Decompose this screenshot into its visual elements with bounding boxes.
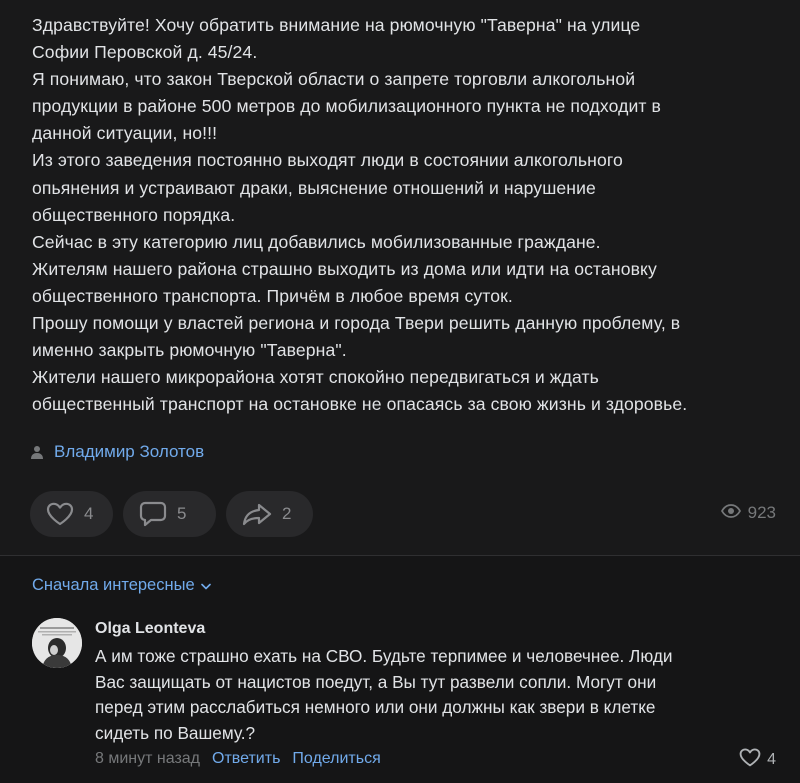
post-text-line: Жители нашего микрорайона хотят спокойно…: [32, 367, 599, 388]
like-button[interactable]: 4: [30, 491, 113, 537]
heart-icon: [739, 748, 761, 772]
share-button[interactable]: 2: [226, 491, 313, 537]
share-count: 2: [282, 504, 292, 523]
comment-count: 5: [177, 504, 187, 523]
eye-icon: [720, 503, 741, 523]
comment-text-line: Вас защищать от нацистов поедут, а Вы ту…: [95, 671, 657, 692]
post-text-line: опьянения и устраивают драки, выяснение …: [32, 177, 596, 198]
comment-text-line: А им тоже страшно ехать на СВО. Будьте т…: [95, 646, 673, 666]
comment-text-line: сидеть по Вашему.?: [95, 722, 256, 743]
comment-button[interactable]: 5: [123, 491, 216, 537]
avatar[interactable]: [32, 618, 82, 668]
post-author[interactable]: Владимир Золотов: [30, 440, 204, 464]
comment-body: Olga Leonteva А им тоже страшно ехать на…: [95, 618, 785, 746]
comments-sort-dropdown[interactable]: Сначала интересные: [32, 576, 211, 595]
views-counter: 923: [720, 503, 776, 523]
post-text-line: продукции в районе 500 метров до мобилиз…: [32, 96, 662, 117]
post-text-line: Жителям нашего района страшно выходить и…: [32, 258, 657, 279]
post-actions: 4 5 2: [30, 491, 313, 537]
post-text-line: Из этого заведения постоянно выходят люд…: [32, 150, 623, 171]
comment-author[interactable]: Olga Leonteva: [95, 618, 785, 640]
like-count: 4: [84, 504, 94, 523]
post-text: Здравствуйте! Хочу обратить внимание на …: [32, 12, 792, 418]
comment-text: А им тоже страшно ехать на СВО. Будьте т…: [95, 644, 785, 746]
post-text-line: общественный транспорт на остановке не о…: [32, 394, 688, 415]
comment-bubble-icon: [139, 501, 167, 527]
post-text-line: данной ситуации, но!!!: [32, 123, 218, 144]
post-text-line: Сейчас в эту категорию лиц добавились мо…: [32, 231, 601, 252]
comment-like-count: 4: [767, 751, 776, 768]
post-text-line: общественного порядка.: [32, 204, 236, 225]
comments-section: Сначала интересные Olga Leonteva А им то…: [0, 556, 800, 783]
reply-link[interactable]: Ответить: [212, 750, 280, 768]
share-arrow-icon: [242, 502, 272, 526]
views-count: 923: [747, 503, 776, 522]
share-link[interactable]: Поделиться: [292, 750, 380, 768]
comment-like-button[interactable]: 4: [739, 748, 776, 772]
post-text-line: именно закрыть рюмочную "Таверна".: [32, 340, 347, 361]
post-text-line: Я понимаю, что закон Тверской области о …: [32, 69, 636, 90]
comment-meta: 8 минут назад Ответить Поделиться: [95, 750, 381, 768]
sort-label: Сначала интересные: [32, 576, 195, 594]
post-text-line: Здравствуйте! Хочу обратить внимание на …: [32, 15, 641, 35]
author-name[interactable]: Владимир Золотов: [54, 442, 204, 462]
comment-timestamp: 8 минут назад: [95, 750, 201, 767]
heart-icon: [46, 502, 74, 526]
post-card: Здравствуйте! Хочу обратить внимание на …: [0, 0, 800, 555]
post-text-line: Софии Перовской д. 45/24.: [32, 42, 258, 63]
comment-text-line: перед этим расслабиться немного или они …: [95, 697, 656, 717]
post-text-line: Прошу помощи у властей региона и города …: [32, 313, 681, 334]
chevron-down-icon: [200, 581, 211, 590]
person-icon: [30, 445, 44, 459]
post-text-line: общественного транспорта. Причём в любое…: [32, 285, 513, 306]
